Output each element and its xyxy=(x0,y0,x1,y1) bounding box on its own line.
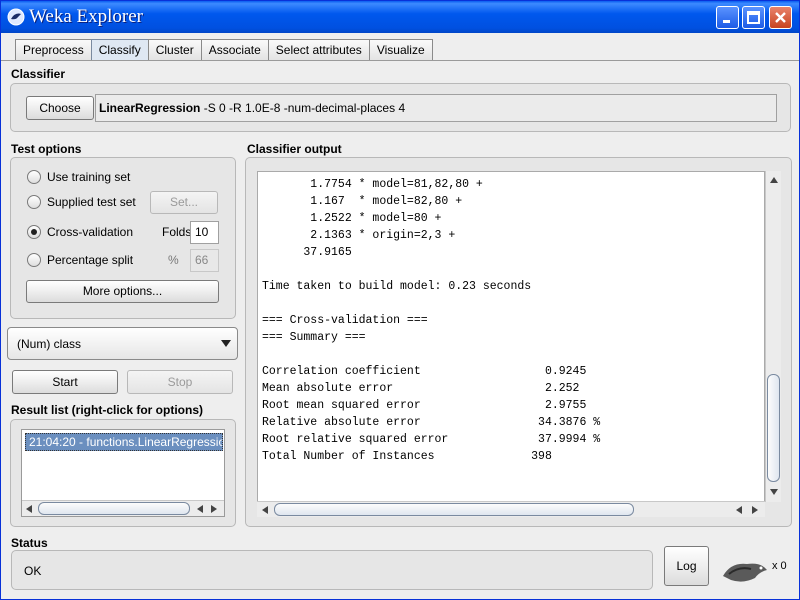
percent-symbol: % xyxy=(168,253,179,267)
classifier-output-label: Classifier output xyxy=(247,142,342,156)
cross-validation-label: Cross-validation xyxy=(47,225,134,239)
maximize-button[interactable] xyxy=(742,6,765,29)
start-button[interactable]: Start xyxy=(12,370,118,394)
use-training-set-label: Use training set xyxy=(47,170,131,184)
classifier-section-label: Classifier xyxy=(11,67,66,81)
percentage-split-radio[interactable] xyxy=(27,253,41,267)
window-title: Weka Explorer xyxy=(29,6,143,27)
minimize-icon xyxy=(723,20,730,23)
set-button[interactable]: Set... xyxy=(150,191,218,214)
status-label: Status xyxy=(11,536,48,550)
tab-cluster[interactable]: Cluster xyxy=(147,39,202,61)
scroll-left-icon-3[interactable] xyxy=(261,506,269,514)
scroll-up-icon[interactable] xyxy=(770,176,778,184)
percentage-split-label: Percentage split xyxy=(47,253,134,267)
output-hscroll-thumb[interactable] xyxy=(274,503,634,516)
close-button[interactable] xyxy=(769,6,792,29)
output-line: 1.2522 * model=80 + xyxy=(262,212,442,225)
output-line: Total Number of Instances 398 xyxy=(262,450,552,463)
use-training-set-radio[interactable] xyxy=(27,170,41,184)
output-line: Time taken to build model: 0.23 seconds xyxy=(262,280,532,293)
result-list[interactable]: 21:04:20 - functions.LinearRegression xyxy=(21,429,225,517)
output-line: 2.1363 * origin=2,3 + xyxy=(262,229,456,242)
output-line: 1.7754 * model=81,82,80 + xyxy=(262,178,483,191)
minimize-button[interactable] xyxy=(716,6,739,29)
main-tabs: Preprocess Classify Cluster Associate Se… xyxy=(15,39,433,61)
close-icon xyxy=(775,12,786,23)
status-text: OK xyxy=(24,564,42,578)
classifier-output-text-area[interactable]: 1.7754 * model=81,82,80 + 1.167 * model=… xyxy=(257,171,765,502)
tab-visualize[interactable]: Visualize xyxy=(368,39,433,61)
result-list-item[interactable]: 21:04:20 - functions.LinearRegression xyxy=(25,433,223,451)
class-attribute-select[interactable]: (Num) class xyxy=(7,327,238,360)
cross-validation-option[interactable]: Cross-validation xyxy=(27,223,133,241)
test-options-label: Test options xyxy=(11,142,82,156)
output-line: 37.9165 xyxy=(262,246,352,259)
classifier-output-text: 1.7754 * model=81,82,80 + 1.167 * model=… xyxy=(262,176,600,465)
class-attribute-value: (Num) class xyxy=(17,337,82,351)
output-line: Root mean squared error 2.9755 xyxy=(262,399,587,412)
use-training-set-option[interactable]: Use training set xyxy=(27,168,130,186)
scroll-right-icon-2[interactable] xyxy=(751,506,759,514)
weka-bird-status-icon[interactable] xyxy=(721,556,769,584)
weka-explorer-window: Weka Explorer Preprocess Classify Cluste… xyxy=(0,0,800,600)
maximize-icon xyxy=(747,11,760,24)
tab-associate[interactable]: Associate xyxy=(200,39,269,61)
supplied-test-set-option[interactable]: Supplied test set xyxy=(27,193,136,211)
scroll-right-icon[interactable] xyxy=(210,505,218,513)
output-line: 1.167 * model=82,80 + xyxy=(262,195,463,208)
supplied-test-set-radio[interactable] xyxy=(27,195,41,209)
classifier-config-field[interactable]: LinearRegression -S 0 -R 1.0E-8 -num-dec… xyxy=(95,94,777,122)
scroll-left-icon-2[interactable] xyxy=(196,505,204,513)
scroll-left-icon[interactable] xyxy=(25,505,33,513)
output-line: Mean absolute error 2.252 xyxy=(262,382,580,395)
scroll-left-icon-4[interactable] xyxy=(735,506,743,514)
output-line: === Summary === xyxy=(262,331,366,344)
tab-divider xyxy=(1,60,799,61)
scroll-down-icon[interactable] xyxy=(770,488,778,496)
dropdown-arrow-icon xyxy=(221,340,231,347)
supplied-test-set-label: Supplied test set xyxy=(47,195,136,209)
stop-button[interactable]: Stop xyxy=(127,370,233,394)
output-line: Relative absolute error 34.3876 % xyxy=(262,416,601,429)
output-horizontal-scrollbar[interactable] xyxy=(257,501,765,517)
running-task-count: x 0 xyxy=(772,560,787,572)
classifier-options: -S 0 -R 1.0E-8 -num-decimal-places 4 xyxy=(200,101,406,115)
weka-bird-icon xyxy=(7,8,25,26)
classifier-name: LinearRegression xyxy=(99,101,201,115)
more-options-button[interactable]: More options... xyxy=(26,280,219,303)
output-vscroll-thumb[interactable] xyxy=(767,374,780,482)
cross-validation-radio[interactable] xyxy=(27,225,41,239)
log-button[interactable]: Log xyxy=(664,546,709,586)
status-panel: OK xyxy=(11,550,653,590)
result-scroll-thumb[interactable] xyxy=(38,502,190,515)
result-horizontal-scrollbar[interactable] xyxy=(22,500,224,516)
output-line: Correlation coefficient 0.9245 xyxy=(262,365,587,378)
tab-select-attributes[interactable]: Select attributes xyxy=(267,39,370,61)
percentage-split-option[interactable]: Percentage split xyxy=(27,251,133,269)
title-bar[interactable]: Weka Explorer xyxy=(1,1,799,33)
percentage-input[interactable]: 66 xyxy=(190,249,219,272)
folds-input[interactable]: 10 xyxy=(190,221,219,244)
result-list-label: Result list (right-click for options) xyxy=(11,403,204,417)
output-line: === Cross-validation === xyxy=(262,314,428,327)
output-line: Root relative squared error 37.9994 % xyxy=(262,433,601,446)
output-vertical-scrollbar[interactable] xyxy=(765,171,781,502)
choose-button[interactable]: Choose xyxy=(26,96,94,120)
tab-preprocess[interactable]: Preprocess xyxy=(15,39,92,61)
folds-label: Folds xyxy=(162,225,192,239)
tab-classify[interactable]: Classify xyxy=(90,39,149,61)
